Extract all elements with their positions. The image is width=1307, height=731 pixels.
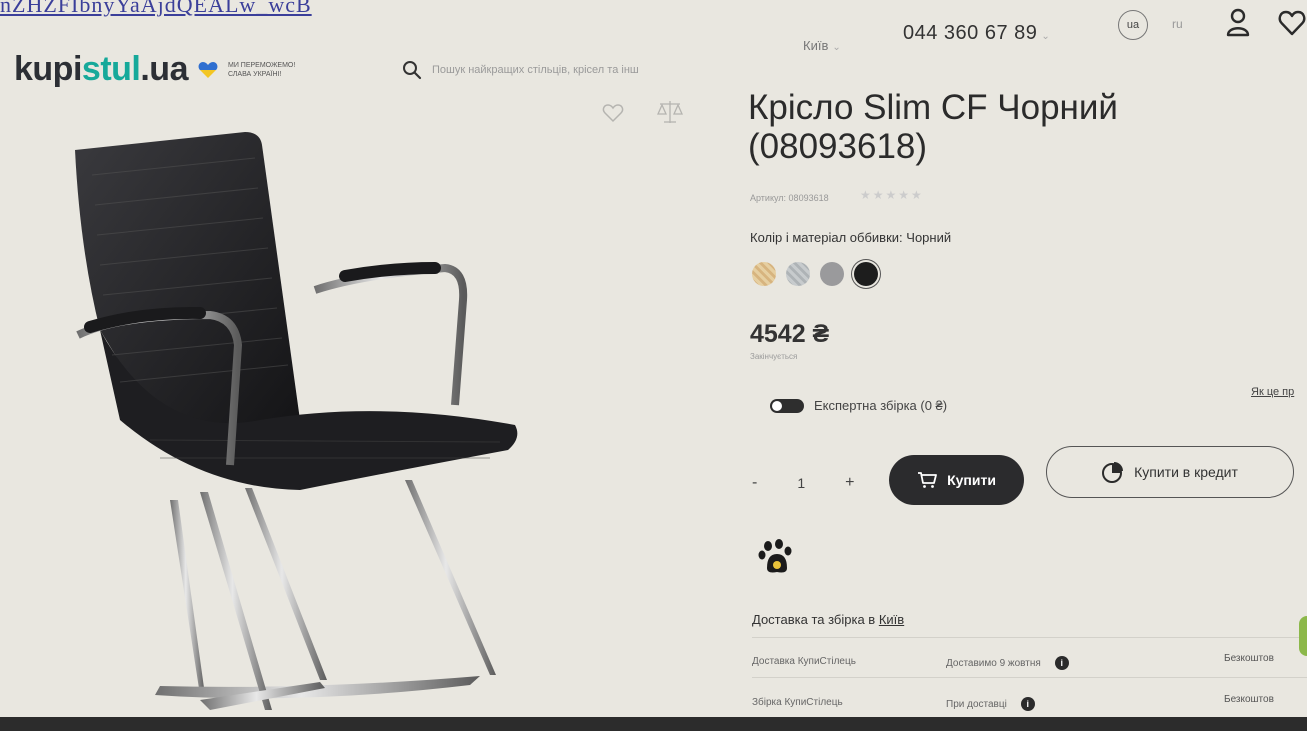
- search-icon[interactable]: [402, 60, 422, 80]
- swatch-black-selected[interactable]: [854, 262, 878, 286]
- user-icon[interactable]: [1225, 8, 1251, 38]
- assembly-label: Експертна збірка (0 ₴): [814, 398, 948, 413]
- delivery-method-price: Безкоштов: [1224, 694, 1274, 705]
- qty-minus-button[interactable]: -: [752, 474, 757, 492]
- ukraine-heart-icon: [198, 61, 218, 78]
- url-link[interactable]: nZHZFIbnyYaAjdQEALw_wcB: [0, 0, 312, 18]
- stock-status: Закінчується: [750, 352, 798, 361]
- assembly-toggle[interactable]: [770, 398, 804, 413]
- quantity-stepper: - 1 +: [752, 474, 854, 492]
- logo-slogan: МИ ПЕРЕМОЖЕМО! СЛАВА УКРАЇНІ!: [227, 61, 296, 78]
- rating-stars[interactable]: ★★★★★: [860, 188, 924, 202]
- qty-plus-button[interactable]: +: [845, 474, 854, 492]
- product-sku: Артикул: 08093618: [750, 193, 829, 203]
- buy-on-credit-button[interactable]: Купити в кредит: [1046, 446, 1294, 498]
- product-wishlist-icon[interactable]: [602, 103, 624, 123]
- delivery-method-price: Безкоштов: [1224, 653, 1274, 664]
- delivery-method-detail: Доставимо 9 жовтня: [946, 657, 1041, 669]
- site-logo[interactable]: kupistul.ua МИ ПЕРЕМОЖЕМО! СЛАВА УКРАЇНІ…: [14, 50, 308, 89]
- chevron-down-icon: ⌄: [1041, 31, 1051, 42]
- delivery-section-title: Доставка та збірка в Київ: [752, 612, 905, 627]
- delivery-method-name: Збірка КупиСтілець: [752, 697, 843, 708]
- lang-ru-button[interactable]: ru: [1172, 17, 1183, 31]
- delivery-method-name: Доставка КупиСтілець: [752, 656, 856, 667]
- assembly-option: Експертна збірка (0 ₴): [770, 398, 947, 413]
- buy-button[interactable]: Купити: [889, 455, 1024, 505]
- product-image-chair: [75, 132, 518, 710]
- paw-badge-icon: [758, 539, 792, 573]
- city-select[interactable]: Київ ⌄: [803, 38, 841, 53]
- delivery-city-link[interactable]: Київ: [879, 612, 904, 627]
- chevron-down-icon: ⌄: [832, 42, 841, 53]
- cart-icon: [918, 472, 937, 488]
- lang-ua-button[interactable]: ua: [1118, 10, 1148, 40]
- how-it-works-link[interactable]: Як це пр: [1251, 386, 1294, 398]
- qty-value[interactable]: 1: [797, 475, 805, 491]
- color-swatches: [752, 262, 878, 286]
- color-value: Чорний: [906, 230, 952, 245]
- pie-chart-icon: [1102, 462, 1124, 483]
- phone-number[interactable]: 044 360 67 89 ⌄: [903, 22, 1050, 45]
- product-price: 4542 ₴: [750, 320, 830, 348]
- logo-text: kupistul.ua: [14, 50, 188, 88]
- color-label: Колір і матеріал оббивки: Чорний: [750, 230, 952, 245]
- swatch-beige[interactable]: [752, 262, 776, 286]
- screen-bottom-edge: [0, 717, 1307, 731]
- compare-icon[interactable]: [657, 100, 683, 124]
- search-bar[interactable]: [402, 60, 732, 80]
- search-input[interactable]: [432, 64, 732, 76]
- divider: [752, 677, 1307, 678]
- credit-button-label: Купити в кредит: [1134, 464, 1238, 480]
- swatch-grey-light[interactable]: [786, 262, 810, 286]
- delivery-method-detail: При доставці: [946, 698, 1007, 710]
- buy-button-label: Купити: [947, 472, 996, 488]
- info-icon[interactable]: i: [1054, 656, 1069, 670]
- product-title: Крісло Slim CF Чорний (08093618): [748, 88, 1118, 166]
- wishlist-heart-icon[interactable]: [1278, 10, 1306, 36]
- chat-widget-tab[interactable]: [1299, 616, 1307, 656]
- divider: [752, 637, 1307, 638]
- info-icon[interactable]: i: [1020, 697, 1035, 711]
- swatch-grey[interactable]: [820, 262, 844, 286]
